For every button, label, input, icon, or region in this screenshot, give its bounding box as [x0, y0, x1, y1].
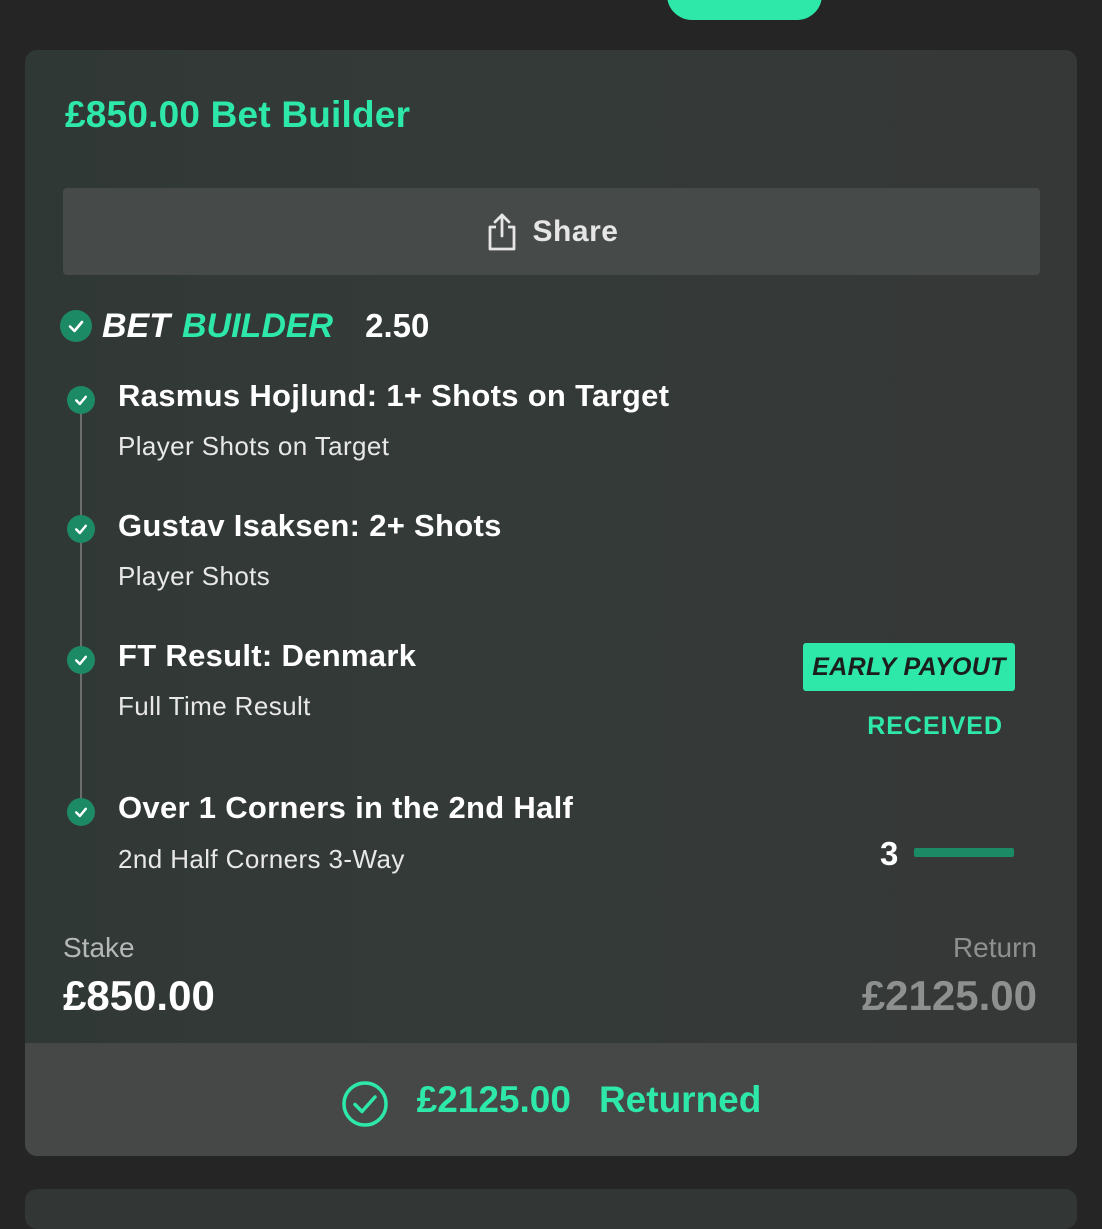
legs-timeline [80, 400, 82, 810]
corners-count: 3 [880, 835, 899, 872]
bet-title: £850.00 Bet Builder [65, 94, 411, 135]
return-value: £2125.00 [861, 972, 1037, 1019]
return-label: Return [952, 932, 1037, 963]
leg-title: Over 1 Corners in the 2nd Half [118, 790, 574, 825]
early-payout-badge: EARLY PAYOUT [803, 643, 1015, 691]
leg-title: Gustav Isaksen: 2+ Shots [118, 508, 502, 543]
leg-market: Player Shots [118, 561, 271, 591]
share-icon [488, 213, 515, 250]
next-bet-card[interactable] [25, 1189, 1077, 1229]
check-circle-icon [67, 515, 95, 543]
check-circle-icon [60, 310, 92, 342]
leg-title: FT Result: Denmark [118, 638, 417, 673]
share-button[interactable]: Share [63, 188, 1040, 275]
check-circle-icon [67, 646, 95, 674]
bet-card: £850.00 Bet Builder Share BET BUILDER 2.… [25, 50, 1077, 1156]
leg-market: Full Time Result [118, 691, 311, 721]
bet-builder-label-part2: BUILDER [182, 306, 334, 345]
returned-amount: £2125.00 [416, 1078, 571, 1120]
returned-banner: £2125.00 Returned [25, 1043, 1077, 1156]
leg-market: Player Shots on Target [118, 431, 390, 461]
stake-label: Stake [63, 932, 135, 963]
bet-builder-header: BET BUILDER 2.50 [60, 306, 429, 346]
bet-builder-label-part1: BET [102, 306, 170, 345]
returned-label: Returned [598, 1078, 762, 1120]
share-label: Share [532, 214, 619, 248]
leg-market: 2nd Half Corners 3-Way [118, 844, 405, 874]
check-circle-icon [67, 798, 95, 826]
corners-progress-fill [914, 848, 1014, 857]
check-circle-icon [341, 1080, 388, 1127]
early-payout-status: RECEIVED [867, 712, 1003, 740]
corners-progress-bar [914, 848, 1014, 857]
stake-value: £850.00 [63, 972, 215, 1019]
bet-odds: 2.50 [365, 307, 430, 344]
check-circle-icon [67, 386, 95, 414]
top-tab-indicator[interactable] [667, 0, 822, 20]
leg-title: Rasmus Hojlund: 1+ Shots on Target [118, 378, 670, 413]
